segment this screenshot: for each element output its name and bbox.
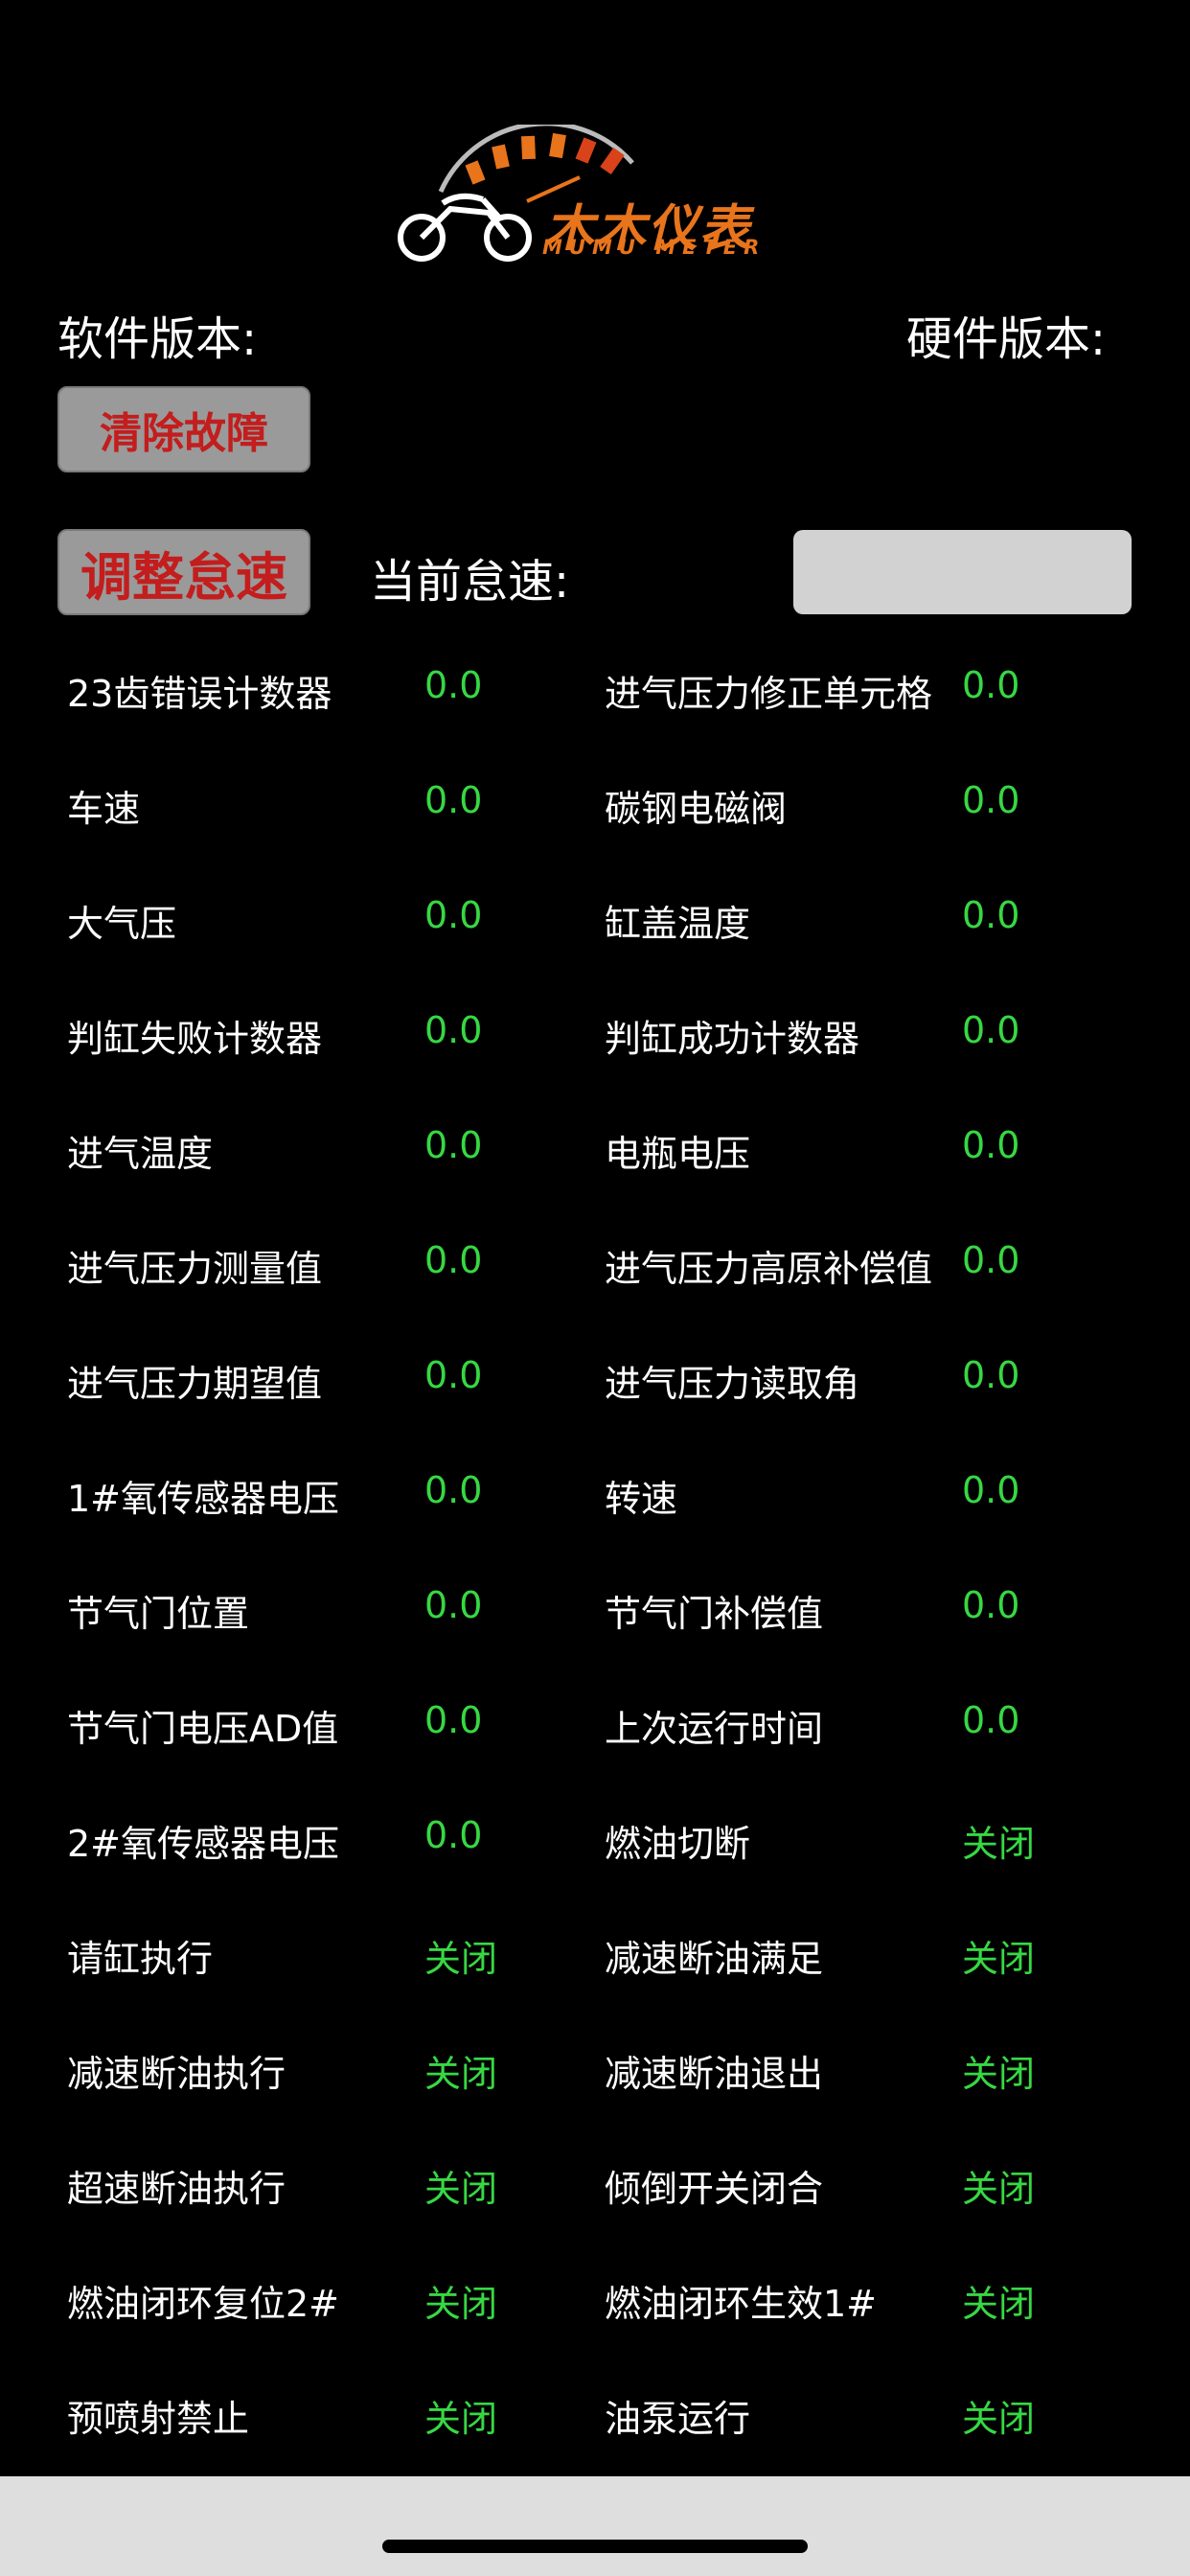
parameter-label: 节气门补偿值 <box>605 1593 824 1635</box>
parameter-value: 关闭 <box>424 2398 498 2440</box>
parameter-value: 0.0 <box>962 894 1020 936</box>
table-row: 节气门位置 0.0 节气门补偿值 0.0 <box>0 1552 1190 1668</box>
table-row: 进气温度 0.0 电瓶电压 0.0 <box>0 1092 1190 1208</box>
table-row: 1#氧传感器电压 0.0 转速 0.0 <box>0 1438 1190 1552</box>
parameter-label: 2#氧传感器电压 <box>67 1823 340 1865</box>
table-row: 减速断油执行 关闭 减速断油退出 关闭 <box>0 2012 1190 2128</box>
parameter-value: 关闭 <box>962 1823 1036 1865</box>
parameter-label: 倾倒开关闭合 <box>605 2168 824 2210</box>
parameter-value: 0.0 <box>424 1814 483 1856</box>
table-row: 23齿错误计数器 0.0 进气压力修正单元格 0.0 <box>0 632 1190 748</box>
parameter-value: 0.0 <box>424 1124 483 1166</box>
parameter-label: 燃油闭环生效1# <box>605 2283 878 2325</box>
parameter-label: 节气门电压AD值 <box>67 1708 339 1750</box>
parameter-value: 关闭 <box>424 2168 498 2210</box>
parameter-value: 0.0 <box>424 779 483 821</box>
parameter-label: 进气压力高原补偿值 <box>605 1248 933 1290</box>
parameter-value: 0.0 <box>424 1469 483 1511</box>
parameter-value: 关闭 <box>962 2283 1036 2325</box>
parameter-value: 0.0 <box>962 1699 1020 1741</box>
table-row: 进气压力期望值 0.0 进气压力读取角 0.0 <box>0 1322 1190 1438</box>
parameter-value: 关闭 <box>962 2168 1036 2210</box>
parameter-value: 0.0 <box>424 1584 483 1626</box>
clear-fault-button[interactable]: 清除故障 <box>57 386 310 472</box>
parameter-label: 进气温度 <box>67 1133 214 1175</box>
parameter-value: 0.0 <box>962 664 1020 706</box>
parameter-value: 关闭 <box>424 2283 498 2325</box>
parameter-label: 超速断油执行 <box>67 2168 286 2210</box>
table-row: 大气压 0.0 缸盖温度 0.0 <box>0 862 1190 978</box>
parameter-label: 油泵运行 <box>605 2398 751 2440</box>
parameter-label: 大气压 <box>67 903 177 945</box>
table-row: 节气门电压AD值 0.0 上次运行时间 0.0 <box>0 1668 1190 1782</box>
table-row: 2#氧传感器电压 0.0 燃油切断 关闭 <box>0 1782 1190 1898</box>
parameter-value: 0.0 <box>962 1354 1020 1396</box>
parameter-value: 关闭 <box>424 2053 498 2095</box>
parameter-value: 0.0 <box>962 779 1020 821</box>
parameter-label: 进气压力测量值 <box>67 1248 323 1290</box>
current-idle-input[interactable] <box>793 530 1132 614</box>
parameter-value: 关闭 <box>962 2398 1036 2440</box>
parameter-label: 减速断油满足 <box>605 1938 824 1980</box>
parameter-value: 0.0 <box>424 1699 483 1741</box>
table-row: 请缸执行 关闭 减速断油满足 关闭 <box>0 1898 1190 2012</box>
parameter-value: 0.0 <box>424 664 483 706</box>
parameter-label: 进气压力期望值 <box>67 1363 323 1405</box>
parameter-label: 碳钢电磁阀 <box>605 788 788 830</box>
hardware-version-label: 硬件版本: <box>905 312 1106 366</box>
parameter-label: 缸盖温度 <box>605 903 751 945</box>
parameter-label: 预喷射禁止 <box>67 2398 250 2440</box>
logo-english-text: MUMU METER <box>542 236 767 259</box>
table-row: 车速 0.0 碳钢电磁阀 0.0 <box>0 748 1190 862</box>
parameter-value: 0.0 <box>962 1584 1020 1626</box>
parameter-grid: 23齿错误计数器 0.0 进气压力修正单元格 0.0 车速 0.0 碳钢电磁阀 … <box>0 632 1190 2472</box>
parameter-label: 1#氧传感器电压 <box>67 1478 340 1520</box>
table-row: 进气压力测量值 0.0 进气压力高原补偿值 0.0 <box>0 1208 1190 1322</box>
parameter-value: 0.0 <box>962 1469 1020 1511</box>
parameter-label: 判缸失败计数器 <box>67 1018 323 1060</box>
parameter-label: 进气压力修正单元格 <box>605 673 933 715</box>
software-version-label: 软件版本: <box>57 312 258 366</box>
adjust-idle-button[interactable]: 调整怠速 <box>57 529 310 615</box>
parameter-value: 0.0 <box>962 1239 1020 1281</box>
parameter-value: 0.0 <box>424 1239 483 1281</box>
home-indicator[interactable] <box>382 2540 808 2553</box>
parameter-value: 0.0 <box>424 1354 483 1396</box>
table-row: 判缸失败计数器 0.0 判缸成功计数器 0.0 <box>0 978 1190 1092</box>
parameter-label: 转速 <box>605 1478 678 1520</box>
parameter-label: 请缸执行 <box>67 1938 214 1980</box>
parameter-label: 燃油切断 <box>605 1823 751 1865</box>
parameter-value: 0.0 <box>424 1009 483 1051</box>
parameter-value: 关闭 <box>424 1938 498 1980</box>
parameter-label: 进气压力读取角 <box>605 1363 860 1405</box>
parameter-label: 判缸成功计数器 <box>605 1018 860 1060</box>
parameter-value: 关闭 <box>962 2053 1036 2095</box>
parameter-value: 关闭 <box>962 1938 1036 1980</box>
parameter-label: 减速断油执行 <box>67 2053 286 2095</box>
parameter-value: 0.0 <box>424 894 483 936</box>
parameter-value: 0.0 <box>962 1009 1020 1051</box>
parameter-label: 节气门位置 <box>67 1593 250 1635</box>
parameter-label: 23齿错误计数器 <box>67 673 332 715</box>
parameter-label: 燃油闭环复位2# <box>67 2283 340 2325</box>
parameter-value: 0.0 <box>962 1124 1020 1166</box>
parameter-label: 上次运行时间 <box>605 1708 824 1750</box>
parameter-label: 电瓶电压 <box>605 1133 751 1175</box>
bottom-bar <box>0 2476 1190 2576</box>
table-row: 超速断油执行 关闭 倾倒开关闭合 关闭 <box>0 2128 1190 2242</box>
table-row: 预喷射禁止 关闭 油泵运行 关闭 <box>0 2358 1190 2472</box>
current-idle-label: 当前怠速: <box>370 555 570 609</box>
table-row: 燃油闭环复位2# 关闭 燃油闭环生效1# 关闭 <box>0 2242 1190 2358</box>
parameter-label: 减速断油退出 <box>605 2053 824 2095</box>
parameter-label: 车速 <box>67 788 141 830</box>
